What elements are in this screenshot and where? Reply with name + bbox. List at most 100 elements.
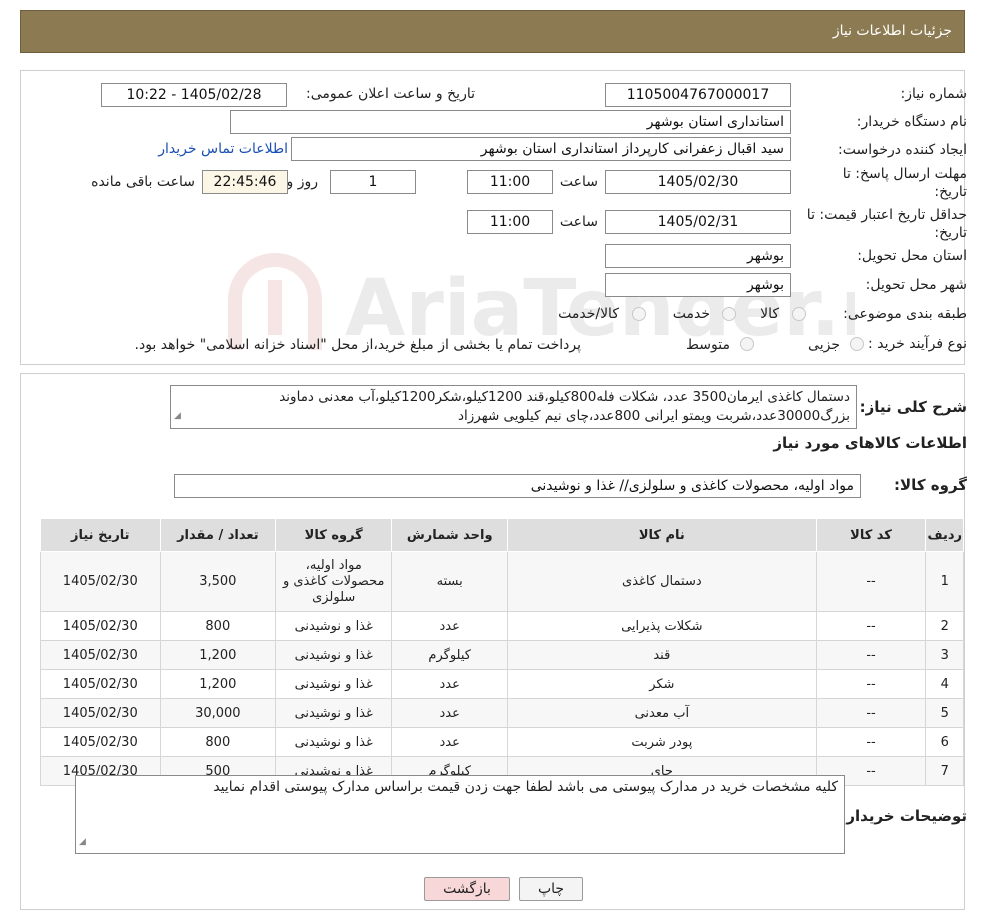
- cell-qty: 1,200: [159, 640, 277, 670]
- cell-code: --: [815, 698, 927, 728]
- buyer-notes-textarea: کلیه مشخصات خرید در مدارک پیوستی می باشد…: [75, 775, 845, 854]
- cell-row: 6: [925, 727, 964, 757]
- cell-unit: عدد: [391, 669, 509, 699]
- cell-group: غذا و نوشیدنی: [275, 611, 393, 641]
- city-label: شهر محل تحویل:: [865, 277, 967, 293]
- cell-group: غذا و نوشیدنی: [275, 640, 393, 670]
- buyer-notes-text: کلیه مشخصات خرید در مدارک پیوستی می باشد…: [213, 779, 838, 795]
- table-row: 5 -- آب معدنی عدد غذا و نوشیدنی 30,000 1…: [40, 698, 964, 728]
- deadline-date-field: 1405/02/30: [605, 170, 791, 194]
- deadline-time-field: 11:00: [467, 170, 553, 194]
- cell-name: قند: [507, 640, 817, 670]
- table-row: 4 -- شکر عدد غذا و نوشیدنی 1,200 1405/02…: [40, 669, 964, 699]
- cell-name: دستمال کاغذی: [507, 551, 817, 612]
- cell-qty: 3,500: [159, 551, 277, 612]
- cell-date: 1405/02/30: [40, 727, 161, 757]
- announce-label: تاریخ و ساعت اعلان عمومی:: [306, 86, 475, 102]
- items-section-title: اطلاعات کالاهای مورد نیاز: [773, 434, 967, 452]
- summary-textarea: دستمال کاغذی ایرمان3500 عدد، شکلات فله80…: [170, 385, 857, 429]
- process-note: پرداخت تمام یا بخشی از مبلغ خرید،از محل …: [134, 337, 581, 353]
- cell-qty: 30,000: [159, 698, 277, 728]
- cell-row: 7: [925, 756, 964, 786]
- cell-qty: 800: [159, 611, 277, 641]
- resize-grip-icon[interactable]: ◢: [79, 833, 86, 851]
- cell-group: غذا و نوشیدنی: [275, 727, 393, 757]
- validity-date-field: 1405/02/31: [605, 210, 791, 234]
- cell-code: --: [815, 669, 927, 699]
- table-row: 6 -- پودر شربت عدد غذا و نوشیدنی 800 140…: [40, 727, 964, 757]
- table-row: 2 -- شکلات پذیرایی عدد غذا و نوشیدنی 800…: [40, 611, 964, 641]
- cell-group: غذا و نوشیدنی: [275, 669, 393, 699]
- buyer-notes-label: توضیحات خریدار:: [840, 807, 967, 825]
- remaining-time-field: 22:45:46: [202, 170, 288, 194]
- cell-code: --: [815, 727, 927, 757]
- remaining-label: ساعت باقی مانده: [91, 174, 195, 190]
- category-radio-goods[interactable]: [792, 307, 806, 321]
- cell-date: 1405/02/30: [40, 669, 161, 699]
- category-radio-both[interactable]: [632, 307, 646, 321]
- cell-group: مواد اولیه، محصولات کاغذی و سلولزی: [275, 551, 393, 612]
- category-option-both: کالا/خدمت: [558, 306, 619, 322]
- cell-qty: 1,200: [159, 669, 277, 699]
- process-option-medium: متوسط: [686, 337, 730, 353]
- buyer-org-label: نام دستگاه خریدار:: [856, 114, 967, 130]
- cell-row: 4: [925, 669, 964, 699]
- cell-row: 5: [925, 698, 964, 728]
- deadline-label: مهلت ارسال پاسخ: تا تاریخ:: [842, 166, 967, 200]
- col-row-header: ردیف: [925, 518, 964, 552]
- col-qty-header: تعداد / مقدار: [159, 518, 277, 552]
- table-header-row: ردیف کد کالا نام کالا واحد شمارش گروه کا…: [40, 518, 964, 552]
- category-option-goods: کالا: [760, 306, 779, 322]
- days-field: 1: [330, 170, 416, 194]
- table-row: 3 -- قند کیلوگرم غذا و نوشیدنی 1,200 140…: [40, 640, 964, 670]
- category-radio-service[interactable]: [722, 307, 736, 321]
- col-code-header: کد کالا: [815, 518, 927, 552]
- cell-code: --: [815, 640, 927, 670]
- print-button[interactable]: چاپ: [519, 877, 583, 901]
- process-label: نوع فرآیند خرید :: [868, 336, 967, 352]
- contact-info-link[interactable]: اطلاعات تماس خریدار: [158, 141, 288, 157]
- summary-line-2: بزرگ30000عدد،شربت ویمتو ایرانی 800عدد،چا…: [457, 408, 850, 424]
- cell-code: --: [815, 611, 927, 641]
- cell-unit: بسته: [391, 551, 509, 612]
- announce-field: 1405/02/28 - 10:22: [101, 83, 287, 107]
- cell-name: شکلات پذیرایی: [507, 611, 817, 641]
- process-radio-minor[interactable]: [850, 337, 864, 351]
- cell-date: 1405/02/30: [40, 698, 161, 728]
- cell-code: --: [815, 551, 927, 612]
- cell-unit: عدد: [391, 727, 509, 757]
- province-label: استان محل تحویل:: [857, 248, 967, 264]
- col-unit-header: واحد شمارش: [391, 518, 509, 552]
- table-row: 1 -- دستمال کاغذی بسته مواد اولیه، محصول…: [40, 551, 964, 612]
- page-header: جزئیات اطلاعات نیاز: [20, 10, 965, 53]
- category-label: طبقه بندی موضوعی:: [843, 306, 967, 322]
- goods-group-field: مواد اولیه، محصولات کاغذی و سلولزی// غذا…: [174, 474, 861, 498]
- col-name-header: نام کالا: [507, 518, 817, 552]
- col-date-header: تاریخ نیاز: [40, 518, 161, 552]
- cell-row: 2: [925, 611, 964, 641]
- items-table: ردیف کد کالا نام کالا واحد شمارش گروه کا…: [40, 518, 964, 786]
- process-option-minor: جزیی: [808, 337, 840, 353]
- city-field: بوشهر: [605, 273, 791, 297]
- requester-field: سید اقبال زعفرانی کارپرداز استانداری است…: [291, 137, 791, 161]
- validity-time-label: ساعت: [559, 214, 598, 230]
- resize-grip-icon[interactable]: ◢: [174, 407, 181, 426]
- deadline-time-label: ساعت: [559, 174, 598, 190]
- need-number-label: شماره نیاز:: [900, 86, 968, 102]
- cell-name: پودر شربت: [507, 727, 817, 757]
- cell-name: شکر: [507, 669, 817, 699]
- need-number-field: 1105004767000017: [605, 83, 791, 107]
- process-radio-medium[interactable]: [740, 337, 754, 351]
- back-button[interactable]: بازگشت: [424, 877, 510, 901]
- cell-row: 3: [925, 640, 964, 670]
- cell-qty: 800: [159, 727, 277, 757]
- cell-date: 1405/02/30: [40, 640, 161, 670]
- cell-date: 1405/02/30: [40, 611, 161, 641]
- col-group-header: گروه کالا: [275, 518, 393, 552]
- page-title: جزئیات اطلاعات نیاز: [832, 23, 952, 39]
- province-field: بوشهر: [605, 244, 791, 268]
- summary-line-1: دستمال کاغذی ایرمان3500 عدد، شکلات فله80…: [279, 389, 850, 405]
- goods-group-label: گروه کالا:: [894, 476, 967, 494]
- requester-label: ایجاد کننده درخواست:: [838, 142, 967, 158]
- cell-group: غذا و نوشیدنی: [275, 698, 393, 728]
